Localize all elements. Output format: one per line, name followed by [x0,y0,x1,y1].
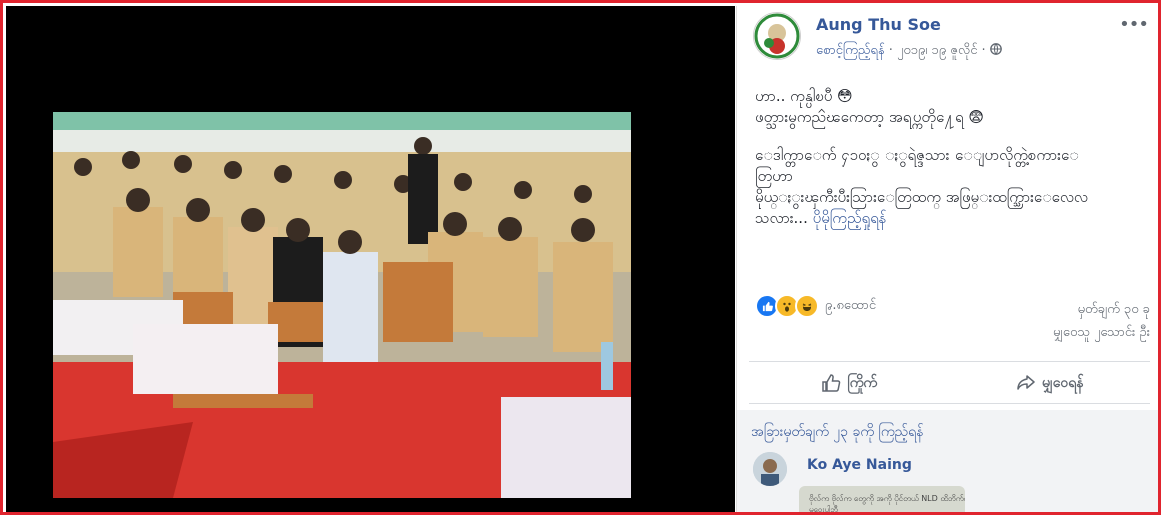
haha-face-icon [802,303,812,311]
thumbs-up-icon [762,301,773,311]
page-avatar[interactable] [753,12,801,60]
post-date[interactable]: ၂၀၁၉၊ ၁၉ ဇူလိုင် [897,43,977,58]
like-button[interactable]: ကြိုက် [749,366,950,400]
divider [749,403,1150,404]
post-line: ေဒါက္တာေက် ႁ၁၀ႏွ ႏွရဲဇ္ဒသား ေျပာလိုက္တဲ့… [755,146,1079,164]
comments-section: အခြားမှတ်ချက် ၂၃ ခုကို ကြည့်ရန် Ko Aye N… [737,410,1158,514]
post-text: ဟာ.. ကုန္ပါၿပီ 😳 ဖတ္သားမွကညၳၽကေတာ့ အရပ္က… [755,86,1150,229]
meta-separator: · [888,43,897,58]
viewer-frame: Aung Thu Soe စောင့်ကြည့်ရန် · ၂၀၁၉၊ ၁၉ ဇ… [0,0,1161,515]
reaction-count[interactable]: ၉.၈ထောင် [825,297,876,316]
view-more-comments-link[interactable]: အခြားမှတ်ချက် ၂၃ ခုကို ကြည့်ရန် [751,422,923,443]
post-line: ဖတ္သားမွကညၳၽကေတာ့ အရပ္ကတို႔ေရ 😨 [755,108,984,126]
wow-face-icon [783,302,791,312]
reactions-summary[interactable]: ၉.၈ထောင် [755,294,876,318]
engagement-counts: မှတ်ချက် ၃၀ ခု မျှဝေသူ ၂သောင်း ဦး [1053,298,1150,344]
commenter-avatar[interactable] [753,452,787,486]
post-line: ဟာ.. ကုန္ပါၿပီ 😳 [755,87,853,105]
post-author[interactable]: Aung Thu Soe [816,15,941,34]
post-sidebar: Aung Thu Soe စောင့်ကြည့်ရန် · ၂၀၁၉၊ ၁၉ ဇ… [736,6,1158,514]
post-line: တြဟာ [755,167,793,185]
globe-icon [989,43,1002,55]
like-label: ကြိုက် [847,374,878,391]
comment-image-text: ဗိုလ်က ဗိုလ်က တွေကို အကို ပိုင်တယ် NLD ထ… [809,494,965,514]
comments-count[interactable]: မှတ်ချက် ၃၀ ခု [1053,298,1150,321]
meta-separator-2: · [981,43,990,58]
see-more-link[interactable]: ပိုမိုကြည့်ရှုရန် [813,209,887,227]
more-options-icon[interactable]: ••• [1119,14,1149,35]
divider [749,361,1150,362]
post-line-last: သလား... ပိုမိုကြည့်ရှုရန် [755,208,1150,229]
photo-pane [6,6,735,512]
follow-link[interactable]: စောင့်ကြည့်ရန် [816,43,885,58]
post-line: မိုယ္ႏွးၾကီးပီးသြားေတြထက္ အဖြမ္းထက္သြားေ… [755,188,1088,206]
share-label: မျှဝေရန် [1041,374,1084,391]
commenter-photo [753,452,787,486]
page-logo-icon [754,13,800,59]
post-photo-illustration [53,112,631,498]
shares-count[interactable]: မျှဝေသူ ၂သောင်း ဦး [1053,321,1150,344]
post-photo[interactable] [53,112,631,498]
share-icon [1017,375,1035,390]
comment-author[interactable]: Ko Aye Naing [807,457,912,473]
like-icon [822,374,841,392]
post-line: သလား... [755,209,808,227]
post-meta: စောင့်ကြည့်ရန် · ၂၀၁၉၊ ၁၉ ဇူလိုင် · [816,42,1002,61]
post-actions: ကြိုက် မျှဝေရန် [749,366,1150,400]
haha-reaction-icon [795,294,819,318]
share-button[interactable]: မျှဝေရန် [950,366,1151,400]
comment-image[interactable]: ဗိုလ်က ဗိုလ်က တွေကို အကို ပိုင်တယ် NLD ထ… [799,486,965,514]
